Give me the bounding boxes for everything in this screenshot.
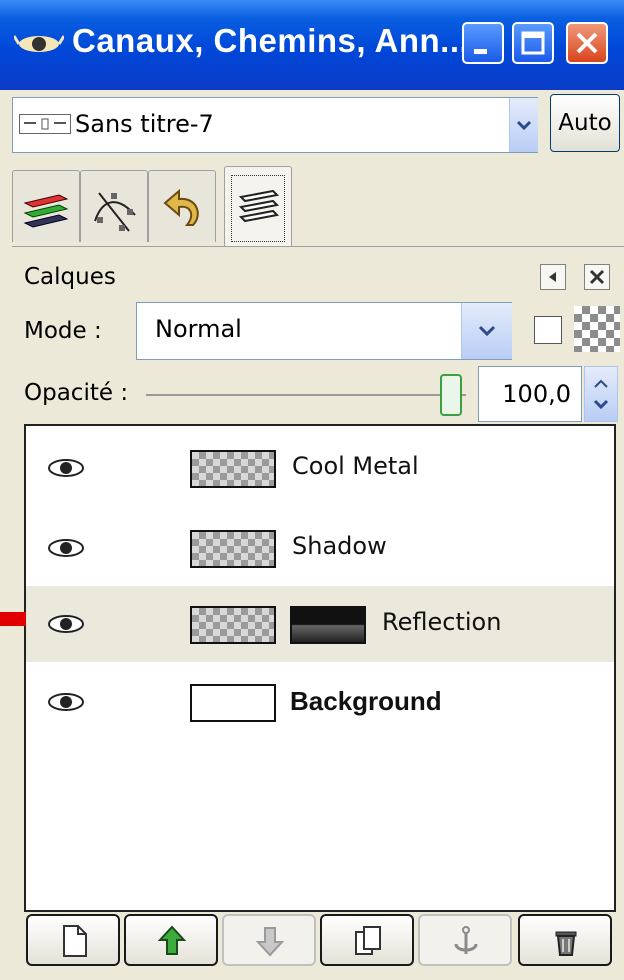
mode-select[interactable]: Normal xyxy=(136,302,512,360)
gimp-eye-icon xyxy=(14,35,64,52)
trash-icon xyxy=(555,931,577,956)
anchor-icon xyxy=(454,926,478,954)
layer-thumbnail xyxy=(190,530,276,568)
image-selector[interactable]: Sans titre-7 xyxy=(12,97,538,153)
channels-icon xyxy=(23,194,69,228)
opacity-label: Opacité : xyxy=(24,380,129,406)
maximize-icon xyxy=(521,31,545,55)
mode-value: Normal xyxy=(155,315,242,343)
duplicate-layer-button[interactable] xyxy=(320,914,414,966)
lower-layer-button[interactable] xyxy=(222,914,316,966)
selection-marker xyxy=(0,612,26,626)
image-thumbnail xyxy=(19,114,71,134)
image-thumbnail-icon xyxy=(24,118,66,130)
eye-icon[interactable] xyxy=(46,534,86,562)
layer-thumbnail xyxy=(190,684,276,722)
menu-arrow-icon xyxy=(549,272,556,282)
tab-layers[interactable] xyxy=(224,166,292,246)
layer-thumbnail xyxy=(190,450,276,488)
opacity-slider-handle[interactable] xyxy=(440,374,462,416)
tab-channels[interactable] xyxy=(12,170,80,242)
delete-layer-button[interactable] xyxy=(518,914,612,966)
undo-icon xyxy=(163,188,199,226)
window-title: Canaux, Chemins, Ann... xyxy=(72,22,470,59)
layer-row-background[interactable]: Background xyxy=(26,664,614,740)
eye-icon[interactable] xyxy=(46,688,86,716)
image-dropdown-button[interactable] xyxy=(509,98,538,152)
auto-button[interactable]: Auto xyxy=(550,94,620,152)
opacity-input[interactable]: 100,0 xyxy=(478,366,582,422)
layer-name: Background xyxy=(290,686,442,716)
image-name: Sans titre-7 xyxy=(75,110,214,138)
maximize-button[interactable] xyxy=(512,22,554,64)
minimize-icon xyxy=(474,49,487,54)
layer-mask-thumbnail[interactable] xyxy=(290,606,366,644)
lock-alpha-icon xyxy=(574,306,620,352)
up-arrow-icon xyxy=(157,925,187,955)
layer-row-reflection[interactable]: Reflection xyxy=(26,586,614,662)
close-button[interactable] xyxy=(566,22,608,64)
keep-transparency-checkbox[interactable] xyxy=(534,316,562,344)
new-layer-button[interactable] xyxy=(26,914,120,966)
layer-name: Shadow xyxy=(292,532,387,560)
panel-title: Calques xyxy=(24,264,116,290)
layer-thumbnail xyxy=(190,606,276,644)
layer-name: Reflection xyxy=(382,608,502,636)
anchor-layer-button[interactable] xyxy=(418,914,512,966)
panel-menu-button[interactable] xyxy=(540,264,566,290)
new-layer-icon xyxy=(63,925,87,957)
dock-tabs xyxy=(12,166,624,247)
layers-list[interactable]: Cool Metal Shadow Reflection Background xyxy=(24,424,616,912)
paths-icon xyxy=(94,192,136,232)
layer-row-cool-metal[interactable]: Cool Metal xyxy=(26,430,614,506)
mode-dropdown-button[interactable] xyxy=(461,303,512,359)
chevron-down-icon xyxy=(516,120,532,131)
mode-label: Mode : xyxy=(24,318,102,344)
tab-paths[interactable] xyxy=(80,170,148,242)
eye-icon[interactable] xyxy=(46,454,86,482)
opacity-slider-track[interactable] xyxy=(146,394,466,396)
layer-name: Cool Metal xyxy=(292,452,419,480)
tab-undo-history[interactable] xyxy=(148,170,216,242)
layer-row-shadow[interactable]: Shadow xyxy=(26,510,614,586)
minimize-button[interactable] xyxy=(462,22,504,64)
layers-icon xyxy=(238,189,280,223)
down-arrow-icon xyxy=(255,927,285,957)
close-icon xyxy=(576,32,598,54)
spin-arrows-icon xyxy=(593,379,609,410)
title-bar[interactable]: Canaux, Chemins, Ann... xyxy=(0,0,624,90)
raise-layer-button[interactable] xyxy=(124,914,218,966)
panel-close-button[interactable] xyxy=(584,264,610,290)
opacity-spin-button[interactable] xyxy=(584,366,618,422)
chevron-down-icon xyxy=(478,325,496,337)
eye-icon[interactable] xyxy=(46,610,86,638)
duplicate-icon xyxy=(355,926,381,955)
close-icon xyxy=(589,269,605,285)
